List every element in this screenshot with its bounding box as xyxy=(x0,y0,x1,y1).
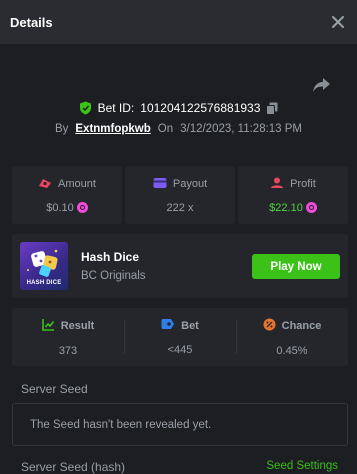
profit-label: Profit xyxy=(290,178,316,190)
game-card: HASH DICE Hash Dice BC Originals Play No… xyxy=(12,234,348,298)
result-value: 373 xyxy=(58,344,78,357)
amount-icon xyxy=(38,177,52,192)
amount-label: Amount xyxy=(58,178,96,190)
bet-value: <445 xyxy=(167,344,193,356)
payout-value: 222 x xyxy=(166,201,194,214)
chance-value: 0.45% xyxy=(276,344,308,357)
bet-id-value: 101204122576881933 xyxy=(140,101,261,115)
bet-id-row: Bet ID: 101204122576881933 xyxy=(0,99,357,117)
profit-stat: Profit $22.10 xyxy=(238,166,348,224)
result-icon xyxy=(41,318,55,334)
chance-cell: Chance 0.45% xyxy=(236,308,348,366)
details-header: Details xyxy=(0,0,357,44)
bet-stats: Amount $0.10 Payout 222 x Profit $22.10 xyxy=(12,166,348,224)
server-seed-title: Server Seed xyxy=(21,382,88,396)
username-link[interactable]: Extnmfopkwb xyxy=(75,123,150,135)
game-thumbnail-label: HASH DICE xyxy=(26,280,62,286)
by-label: By xyxy=(54,123,69,135)
on-label: On xyxy=(157,123,174,135)
bet-cell: Bet <445 xyxy=(124,308,236,366)
seed-settings-link[interactable]: Seed Settings xyxy=(266,460,338,472)
play-now-button[interactable]: Play Now xyxy=(252,254,340,279)
payout-icon xyxy=(153,177,167,192)
server-seed-hash-title: Server Seed (hash) xyxy=(21,460,126,474)
percent-icon xyxy=(263,318,276,334)
game-thumbnail[interactable]: HASH DICE xyxy=(20,242,68,290)
coin-icon xyxy=(305,202,317,213)
bet-icon xyxy=(161,318,175,333)
bet-meta-row: By Extnmfopkwb On 3/12/2023, 11:28:13 PM xyxy=(0,121,357,137)
server-seed-box: The Seed hasn't been revealed yet. xyxy=(12,403,348,446)
amount-value: $0.10 xyxy=(46,201,74,214)
profit-icon xyxy=(270,177,284,192)
game-provider: BC Originals xyxy=(81,270,146,282)
close-icon[interactable] xyxy=(329,13,347,31)
payout-label: Payout xyxy=(172,178,208,190)
payout-stat: Payout 222 x xyxy=(125,166,235,224)
chance-label: Chance xyxy=(281,319,322,332)
bet-id-label: Bet ID: xyxy=(97,101,135,115)
game-name: Hash Dice xyxy=(81,250,140,264)
page-title: Details xyxy=(10,14,53,30)
copy-icon[interactable] xyxy=(266,102,278,115)
amount-stat: Amount $0.10 xyxy=(12,166,122,224)
result-label: Result xyxy=(60,319,95,332)
bet-datetime: 3/12/2023, 11:28:13 PM xyxy=(180,123,303,135)
coin-icon xyxy=(76,202,88,213)
profit-value: $22.10 xyxy=(269,201,303,214)
server-seed-message: The Seed hasn't been revealed yet. xyxy=(30,418,212,431)
share-icon[interactable] xyxy=(312,76,332,94)
bet-result-panel: Result 373 Bet <445 Chance 0.45% xyxy=(12,308,348,366)
bet-label: Bet xyxy=(181,319,199,332)
result-cell: Result 373 xyxy=(12,308,124,366)
verified-shield-icon xyxy=(79,101,92,115)
